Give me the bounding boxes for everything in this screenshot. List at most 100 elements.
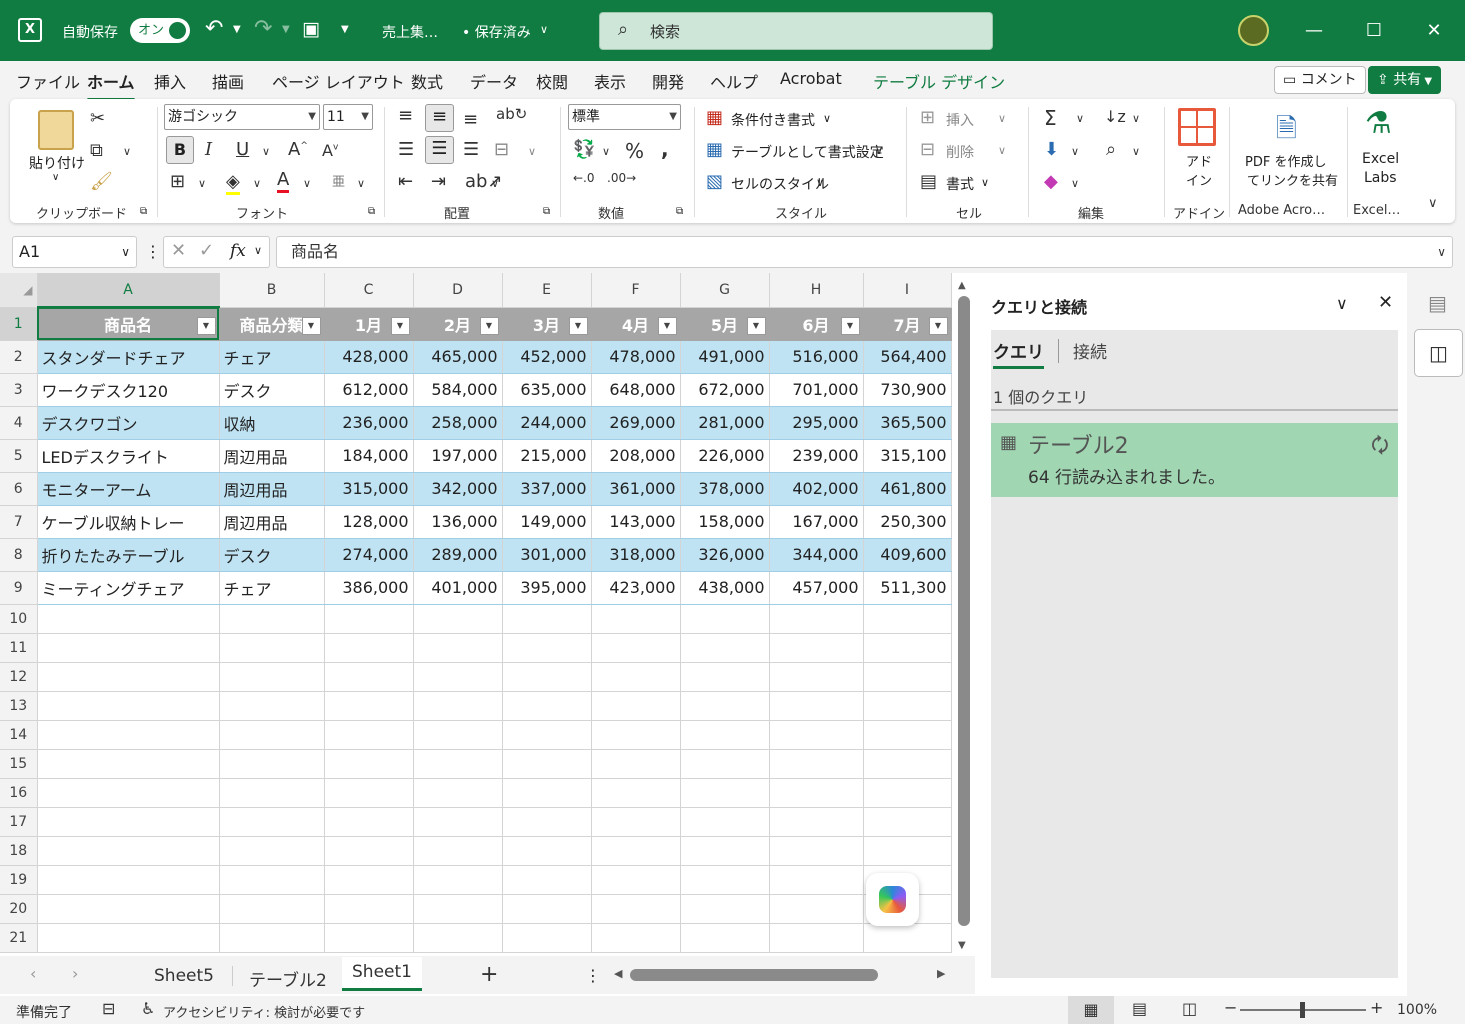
filter-dropdown-icon[interactable]: ▼ — [840, 316, 860, 335]
empty-cell[interactable] — [769, 604, 864, 634]
save-status[interactable]: • 保存済み — [462, 22, 531, 42]
copy-icon[interactable]: ⧉ — [90, 140, 103, 161]
name-box[interactable]: A1 ∨ — [12, 236, 137, 268]
empty-cell[interactable] — [37, 778, 220, 808]
paste-dropdown-icon[interactable]: ∨ — [52, 172, 59, 183]
empty-cell[interactable] — [324, 720, 414, 750]
table-cell[interactable]: 516,000 — [769, 340, 864, 374]
row-header[interactable]: 2 — [0, 340, 38, 374]
table-cell[interactable]: 244,000 — [502, 406, 592, 440]
table-cell[interactable]: 478,000 — [591, 340, 681, 374]
table-header-cell[interactable]: 商品分類 ▼ — [219, 307, 325, 341]
autosave-toggle[interactable]: オン — [130, 18, 190, 43]
table-cell[interactable]: 289,000 — [413, 538, 503, 572]
align-left-icon[interactable]: ☰ — [398, 139, 414, 160]
table-cell[interactable]: 239,000 — [769, 439, 864, 473]
row-header[interactable]: 18 — [0, 836, 38, 866]
underline-dropdown-icon[interactable]: ∨ — [262, 145, 270, 158]
table-cell[interactable]: 612,000 — [324, 373, 414, 407]
row-header[interactable]: 21 — [0, 923, 38, 953]
empty-cell[interactable] — [769, 691, 864, 721]
table-cell[interactable]: 315,000 — [324, 472, 414, 506]
decrease-indent-icon[interactable]: ⇤ — [398, 171, 413, 192]
paste-button[interactable]: 貼り付け — [29, 153, 85, 173]
table-cell[interactable]: 438,000 — [680, 571, 770, 605]
table-cell[interactable]: 452,000 — [502, 340, 592, 374]
column-header[interactable]: H — [769, 273, 864, 308]
table-cell[interactable]: 136,000 — [413, 505, 503, 539]
empty-cell[interactable] — [769, 720, 864, 750]
empty-cell[interactable] — [37, 749, 220, 779]
empty-cell[interactable] — [680, 720, 770, 750]
row-header[interactable]: 5 — [0, 439, 38, 473]
table-cell[interactable]: 423,000 — [591, 571, 681, 605]
empty-cell[interactable] — [680, 807, 770, 837]
page-break-view-icon[interactable]: ◫ — [1182, 999, 1197, 1018]
close-icon[interactable]: ✕ — [1404, 0, 1464, 61]
merge-dropdown-icon[interactable]: ∨ — [528, 145, 536, 158]
accessibility-status[interactable]: アクセシビリティ: 検討が必要です — [163, 1002, 365, 1021]
empty-cell[interactable] — [324, 923, 414, 953]
clear-dropdown-icon[interactable]: ∨ — [1071, 177, 1079, 190]
fill-color-icon[interactable]: ◈ — [226, 171, 240, 195]
tab-page-layout[interactable]: ページ レイアウト — [272, 69, 405, 93]
border-icon[interactable]: ⊞ — [170, 171, 185, 192]
table-cell[interactable]: 461,800 — [863, 472, 952, 506]
prev-sheet-icon[interactable]: ‹ — [30, 964, 36, 983]
tab-help[interactable]: ヘルプ — [710, 69, 758, 93]
table-cell[interactable]: 564,400 — [863, 340, 952, 374]
find-icon[interactable]: ⌕ — [1106, 139, 1116, 160]
tab-developer[interactable]: 開発 — [652, 69, 684, 93]
row-header[interactable]: 20 — [0, 894, 38, 924]
font-size-select[interactable]: 11 ▼ — [323, 104, 373, 130]
fill-color-dropdown-icon[interactable]: ∨ — [253, 177, 261, 190]
empty-cell[interactable] — [413, 894, 503, 924]
find-dropdown-icon[interactable]: ∨ — [1132, 145, 1140, 158]
table-cell[interactable]: 361,000 — [591, 472, 681, 506]
refresh-doc-icon[interactable]: 🗘 — [1371, 431, 1389, 465]
table-cell[interactable]: 250,300 — [863, 505, 952, 539]
insert-function-button[interactable]: fx — [230, 241, 246, 261]
cut-icon[interactable]: ✂ — [90, 108, 105, 129]
user-avatar[interactable] — [1238, 15, 1269, 46]
empty-cell[interactable] — [769, 836, 864, 866]
decrease-decimal-icon[interactable]: .00→ — [607, 171, 636, 185]
select-all-corner[interactable]: ◢ — [0, 273, 38, 308]
table-cell[interactable]: 258,000 — [413, 406, 503, 440]
table-cell[interactable]: 318,000 — [591, 538, 681, 572]
accessibility-icon[interactable]: ♿ — [141, 999, 155, 1018]
table-cell[interactable]: デスク — [219, 373, 325, 407]
empty-cell[interactable] — [502, 865, 592, 895]
empty-cell[interactable] — [413, 865, 503, 895]
cell-table[interactable]: ◢ A B C D E F G H I 1 商品名 ▼ 商品分類 ▼ 1月 ▼ 2月 ▼ 3月 ▼ 4月 ▼ 5月 ▼ 6月 ▼ 7月… — [0, 273, 952, 953]
sheet-options-icon[interactable]: ⋮ — [585, 966, 601, 985]
table-header-cell[interactable]: 4月 ▼ — [591, 307, 681, 341]
scroll-right-icon[interactable]: ▶ — [937, 967, 945, 980]
empty-cell[interactable] — [219, 836, 325, 866]
empty-cell[interactable] — [680, 894, 770, 924]
empty-cell[interactable] — [37, 807, 220, 837]
comment-button[interactable]: ▭ コメント — [1274, 66, 1366, 94]
empty-cell[interactable] — [863, 633, 952, 663]
table-cell[interactable]: 584,000 — [413, 373, 503, 407]
increase-decimal-icon[interactable]: ←.0 — [573, 171, 595, 185]
empty-cell[interactable] — [680, 604, 770, 634]
table-cell[interactable]: 395,000 — [502, 571, 592, 605]
percent-icon[interactable]: % — [625, 139, 644, 163]
row-header[interactable]: 16 — [0, 778, 38, 808]
table-cell[interactable]: 143,000 — [591, 505, 681, 539]
empty-cell[interactable] — [591, 633, 681, 663]
filter-dropdown-icon[interactable]: ▼ — [196, 317, 216, 335]
create-pdf-line1[interactable]: PDF を作成し — [1245, 151, 1326, 170]
empty-cell[interactable] — [591, 923, 681, 953]
row-header[interactable]: 15 — [0, 749, 38, 779]
excel-labs-line1[interactable]: Excel — [1362, 151, 1399, 167]
create-pdf-icon[interactable]: 🗎 — [1276, 110, 1297, 154]
font-name-select[interactable]: 游ゴシック ▼ — [164, 104, 320, 130]
align-middle-button[interactable]: ≡ — [425, 104, 454, 132]
table-cell[interactable]: 409,600 — [863, 538, 952, 572]
empty-cell[interactable] — [502, 778, 592, 808]
empty-cell[interactable] — [219, 720, 325, 750]
empty-cell[interactable] — [502, 836, 592, 866]
format-cells-button[interactable]: 書式 — [946, 174, 974, 194]
